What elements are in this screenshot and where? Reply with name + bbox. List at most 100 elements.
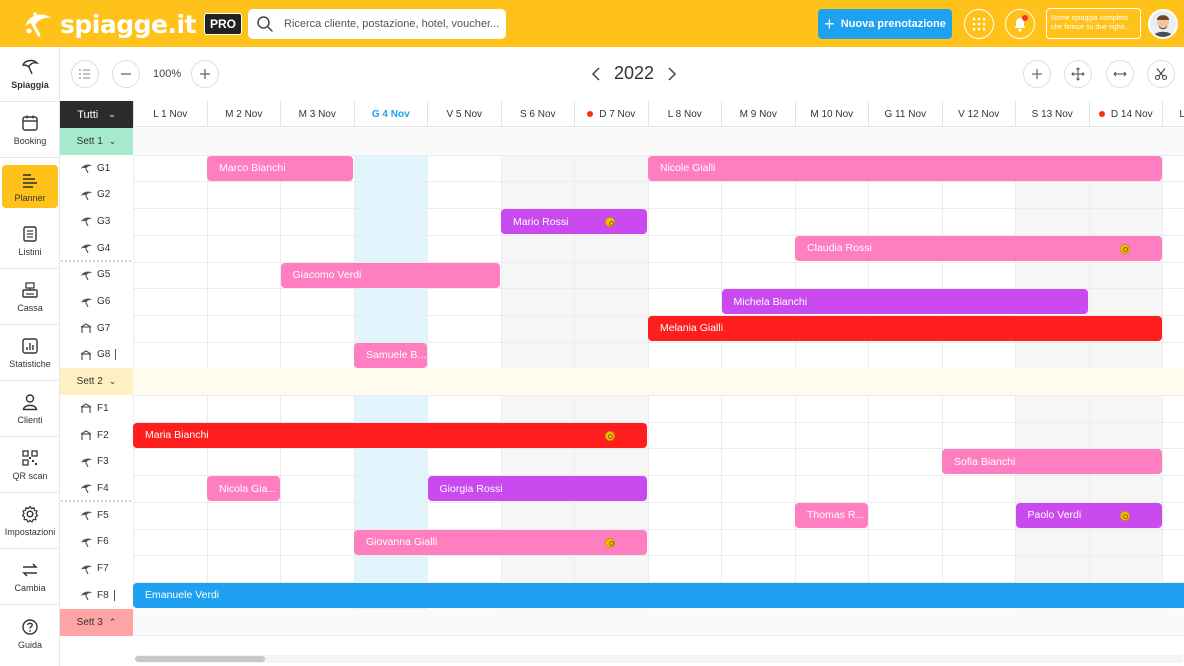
- sidebar-item-clienti[interactable]: Clienti: [0, 382, 60, 437]
- logo[interactable]: spiagge.it PRO: [22, 8, 242, 40]
- spot-row-label[interactable]: G7: [60, 315, 133, 342]
- spot-row-label[interactable]: G2: [60, 181, 133, 208]
- booking-bar[interactable]: Nicole Gialli: [648, 155, 1162, 181]
- day-header[interactable]: V 5 Nov: [427, 101, 501, 127]
- sidebar: Spiaggia Booking Planner Listini Cassa S…: [0, 47, 60, 666]
- top-bar: spiagge.it PRO + Nuova prenotazione Nome…: [0, 0, 1184, 47]
- chevron-right-icon[interactable]: [666, 66, 678, 82]
- help-icon: [22, 618, 38, 635]
- sidebar-item-booking[interactable]: Booking: [0, 103, 60, 158]
- spot-row-label[interactable]: F6: [60, 529, 133, 556]
- day-header[interactable]: M 2 Nov: [206, 101, 281, 127]
- day-header[interactable]: D 14 Nov: [1088, 101, 1163, 127]
- zoom-in-button[interactable]: [191, 60, 219, 88]
- spot-row-label[interactable]: G5: [60, 262, 133, 289]
- planner-icon: [23, 173, 37, 188]
- booking-bar[interactable]: Paolo Verdi: [1015, 502, 1162, 528]
- spot-row-label[interactable]: F7: [60, 555, 133, 582]
- spot-row-label[interactable]: G4: [60, 235, 133, 262]
- spot-row-label[interactable]: G8: [60, 342, 133, 369]
- booking-bar[interactable]: Emanuele Verdi: [133, 582, 1184, 608]
- horizontal-scrollbar[interactable]: [135, 655, 1184, 663]
- chevron-down-icon: ⌄: [108, 109, 116, 119]
- sidebar-item-label: Impostazioni: [4, 527, 56, 537]
- minus-icon: [121, 73, 131, 75]
- day-header[interactable]: G 11 Nov: [868, 101, 942, 127]
- booking-name: Nicole Gialli: [660, 162, 716, 175]
- day-header[interactable]: L 8 Nov: [647, 101, 722, 127]
- day-header[interactable]: M 9 Nov: [721, 101, 795, 127]
- booking-bar[interactable]: Michela Bianchi: [721, 289, 1088, 315]
- booking-bar[interactable]: Samuele B...: [354, 342, 427, 368]
- booking-bar[interactable]: Mario Rossi: [501, 209, 647, 235]
- booking-bar[interactable]: Giovanna Gialli: [354, 529, 647, 555]
- day-header[interactable]: G 4 Nov: [353, 101, 428, 127]
- sidebar-item-qr-scan[interactable]: QR scan: [0, 438, 60, 493]
- spot-row-label[interactable]: F5: [60, 502, 133, 529]
- spot-label: F1: [97, 402, 109, 414]
- add-button[interactable]: [1023, 60, 1051, 88]
- spot-row-label[interactable]: F1: [60, 395, 133, 422]
- avatar[interactable]: [1148, 9, 1178, 39]
- spot-row-label[interactable]: F8: [60, 582, 133, 609]
- spot-row-label[interactable]: F2: [60, 422, 133, 449]
- zoom-out-button[interactable]: [112, 60, 140, 88]
- day-header[interactable]: M 3 Nov: [280, 101, 354, 127]
- resize-button[interactable]: [1106, 60, 1134, 88]
- sidebar-item-cambia[interactable]: Cambia: [0, 550, 60, 605]
- chevron-down-icon: ⌄: [108, 376, 117, 387]
- spot-label: F3: [97, 456, 109, 468]
- grid-icon: [972, 17, 986, 31]
- filter-all-dropdown[interactable]: Tutti ⌄: [60, 101, 133, 128]
- notifications-button[interactable]: [1005, 9, 1035, 39]
- search-box[interactable]: [248, 9, 506, 39]
- booking-bar[interactable]: Nicola Gia...: [207, 476, 280, 502]
- sidebar-item-impostazioni[interactable]: Impostazioni: [0, 494, 60, 549]
- sidebar-item-planner[interactable]: Planner: [2, 165, 58, 208]
- booking-bar[interactable]: Maria Bianchi: [133, 422, 647, 448]
- sidebar-item-guida[interactable]: Guida: [0, 606, 60, 661]
- new-booking-button[interactable]: + Nuova prenotazione: [818, 9, 952, 39]
- booking-bar[interactable]: Marco Bianchi: [207, 155, 353, 181]
- spot-row-label[interactable]: G1: [60, 155, 133, 182]
- week-group-toggle[interactable]: Sett 2 ⌄: [60, 368, 133, 396]
- sidebar-item-spiaggia[interactable]: Spiaggia: [0, 47, 60, 102]
- day-header[interactable]: D 7 Nov: [574, 101, 648, 127]
- day-header[interactable]: L 15 Nov: [1162, 101, 1184, 127]
- beach-selector[interactable]: Nome spiaggia completo che finisce su du…: [1046, 8, 1141, 39]
- sidebar-item-listini[interactable]: Listini: [0, 214, 60, 269]
- spot-row-label[interactable]: F3: [60, 448, 133, 475]
- chevron-left-icon[interactable]: [590, 66, 602, 82]
- scrollbar-thumb[interactable]: [135, 656, 265, 662]
- spot-row-label[interactable]: G6: [60, 288, 133, 315]
- spot-row-label[interactable]: G3: [60, 208, 133, 235]
- booking-bar[interactable]: Giorgia Rossi: [427, 476, 647, 502]
- booking-name: Maria Bianchi: [145, 429, 209, 442]
- spot-label: G4: [97, 242, 111, 254]
- booking-name: Samuele B...: [366, 349, 427, 362]
- day-header-label: S 6 Nov: [519, 108, 556, 120]
- booking-bar[interactable]: Thomas R...: [795, 502, 868, 528]
- umbrella-icon: [81, 458, 92, 467]
- booking-bar[interactable]: Melania Gialli: [648, 315, 1162, 341]
- day-header[interactable]: M 10 Nov: [794, 101, 869, 127]
- week-group-toggle[interactable]: Sett 3 ⌃: [60, 608, 133, 636]
- booking-bar[interactable]: Sofia Bianchi: [942, 449, 1162, 475]
- move-button[interactable]: [1064, 60, 1092, 88]
- search-input[interactable]: [284, 18, 504, 30]
- day-header[interactable]: V 12 Nov: [941, 101, 1016, 127]
- split-button[interactable]: [1147, 60, 1175, 88]
- day-header[interactable]: S 6 Nov: [500, 101, 575, 127]
- spot-label: F6: [97, 536, 109, 548]
- booking-bar[interactable]: Giacomo Verdi: [280, 262, 500, 288]
- view-options-button[interactable]: [71, 60, 99, 88]
- apps-button[interactable]: [964, 9, 994, 39]
- week-group-toggle[interactable]: Sett 1 ⌄: [60, 128, 133, 155]
- sidebar-item-statistiche[interactable]: Statistiche: [0, 326, 60, 381]
- day-header[interactable]: L 1 Nov: [133, 101, 207, 127]
- sidebar-item-cassa[interactable]: Cassa: [0, 270, 60, 325]
- booking-name: Emanuele Verdi: [145, 589, 220, 602]
- booking-bar[interactable]: Claudia Rossi: [795, 235, 1162, 261]
- day-header[interactable]: S 13 Nov: [1015, 101, 1089, 127]
- spot-row-label[interactable]: F4: [60, 475, 133, 502]
